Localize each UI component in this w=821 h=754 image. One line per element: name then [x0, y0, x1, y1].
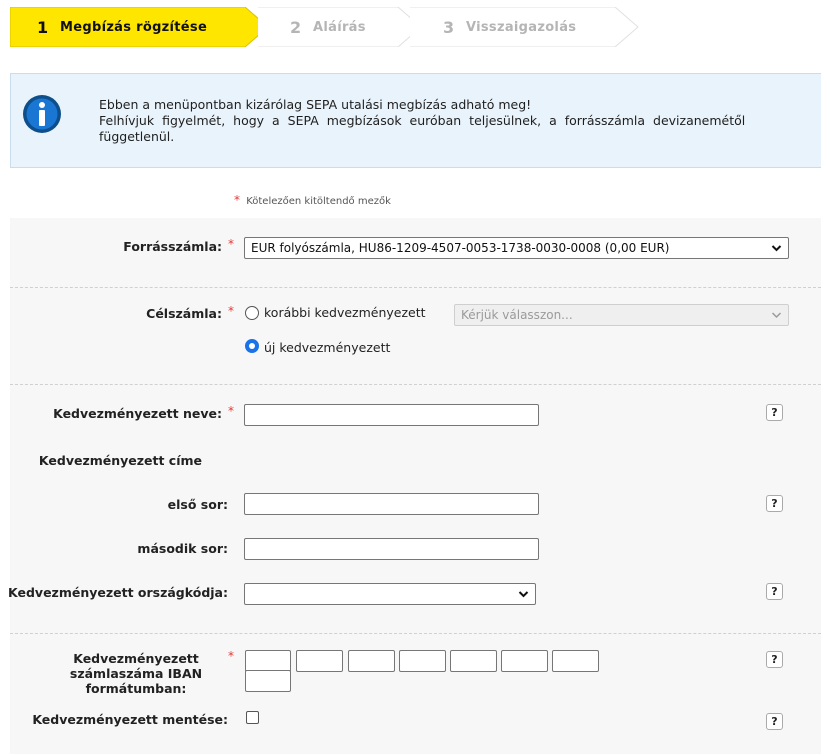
divider-3	[10, 633, 821, 634]
radio-new-label[interactable]: új kedvezményezett	[264, 340, 390, 355]
radio-previous-label[interactable]: korábbi kedvezményezett	[264, 305, 426, 320]
iban-segment-input[interactable]	[501, 650, 548, 672]
help-icon[interactable]: ?	[766, 651, 783, 668]
iban-segment-input[interactable]	[450, 650, 497, 672]
step-1-number: 1	[37, 18, 49, 37]
iban-segment-input[interactable]	[296, 650, 343, 672]
previous-beneficiary-placeholder: Kérjük válasszon...	[461, 308, 573, 322]
beneficiary-name-required: *	[228, 404, 234, 418]
iban-segment-input[interactable]	[399, 650, 446, 672]
step-3: 3 Visszaigazolás	[410, 7, 650, 47]
step-1-label: Megbízás rögzítése	[60, 20, 208, 35]
step-3-label: Visszaigazolás	[466, 20, 577, 35]
divider-1	[10, 287, 821, 288]
source-account-select[interactable]: EUR folyószámla, HU86-1209-4507-0053-173…	[244, 237, 789, 259]
iban-label-line-1: Kedvezményezett	[73, 651, 199, 666]
address-line2-input[interactable]	[244, 538, 539, 560]
info-line-1: Ebben a menüpontban kizárólag SEPA utalá…	[99, 97, 532, 112]
country-code-select[interactable]	[244, 583, 536, 605]
iban-segment-input[interactable]	[245, 670, 291, 692]
save-beneficiary-label: Kedvezményezett mentése:	[32, 712, 228, 727]
iban-required: *	[228, 649, 234, 663]
iban-segment-input[interactable]	[348, 650, 395, 672]
step-2: 2 Aláírás	[258, 7, 428, 47]
address-line1-input[interactable]	[244, 493, 539, 515]
target-account-label: Célszámla:	[146, 306, 222, 321]
source-account-label: Forrásszámla:	[123, 239, 222, 254]
step-3-number: 3	[443, 18, 455, 37]
step-1: 1 Megbízás rögzítése	[10, 7, 272, 47]
source-account-required: *	[228, 237, 234, 251]
chevron-down-icon	[771, 238, 782, 264]
divider-2	[10, 384, 821, 385]
info-line-2: Felhívjuk figyelmét, hogy a SEPA megbízá…	[99, 113, 746, 128]
chevron-down-icon	[771, 305, 782, 331]
previous-beneficiary-select[interactable]: Kérjük válasszon...	[454, 304, 789, 326]
save-beneficiary-checkbox[interactable]	[246, 711, 259, 724]
iban-segment-input[interactable]	[245, 650, 291, 672]
iban-label-line-2: számlaszáma IBAN	[69, 666, 203, 681]
help-icon[interactable]: ?	[766, 713, 783, 730]
chevron-down-icon	[518, 584, 529, 610]
source-account-value: EUR folyószámla, HU86-1209-4507-0053-173…	[251, 241, 670, 255]
address-line2-label: második sor:	[137, 541, 228, 556]
beneficiary-name-input[interactable]	[244, 404, 539, 426]
step-2-number: 2	[290, 18, 302, 37]
help-icon[interactable]: ?	[766, 495, 783, 512]
iban-segment-input[interactable]	[552, 650, 599, 672]
help-icon[interactable]: ?	[766, 404, 783, 421]
iban-label: Kedvezményezett számlaszáma IBAN formátu…	[20, 651, 222, 696]
info-box: Ebben a menüpontban kizárólag SEPA utalá…	[10, 73, 821, 168]
info-icon	[23, 95, 61, 133]
help-icon[interactable]: ?	[766, 583, 783, 600]
wizard-steps: 1 Megbízás rögzítése 2 Aláírás 3 Visszai…	[10, 7, 650, 47]
required-note: * Kötelezően kitöltendő mezők	[234, 193, 391, 207]
address-line1-label: első sor:	[167, 497, 228, 512]
info-line-3: függetlenül.	[99, 129, 175, 144]
country-code-label: Kedvezményezett országkódja:	[8, 585, 228, 600]
step-2-label: Aláírás	[313, 20, 366, 35]
beneficiary-name-label: Kedvezményezett neve:	[53, 406, 222, 421]
info-text: Ebben a menüpontban kizárólag SEPA utalá…	[99, 97, 821, 145]
radio-new-beneficiary[interactable]	[245, 339, 259, 353]
beneficiary-address-label: Kedvezményezett címe	[38, 453, 202, 468]
required-note-text: Kötelezően kitöltendő mezők	[246, 196, 391, 207]
target-account-required: *	[228, 304, 234, 318]
required-star: *	[234, 193, 240, 207]
iban-label-line-3: formátumban:	[85, 681, 187, 696]
radio-previous-beneficiary[interactable]	[245, 306, 259, 320]
